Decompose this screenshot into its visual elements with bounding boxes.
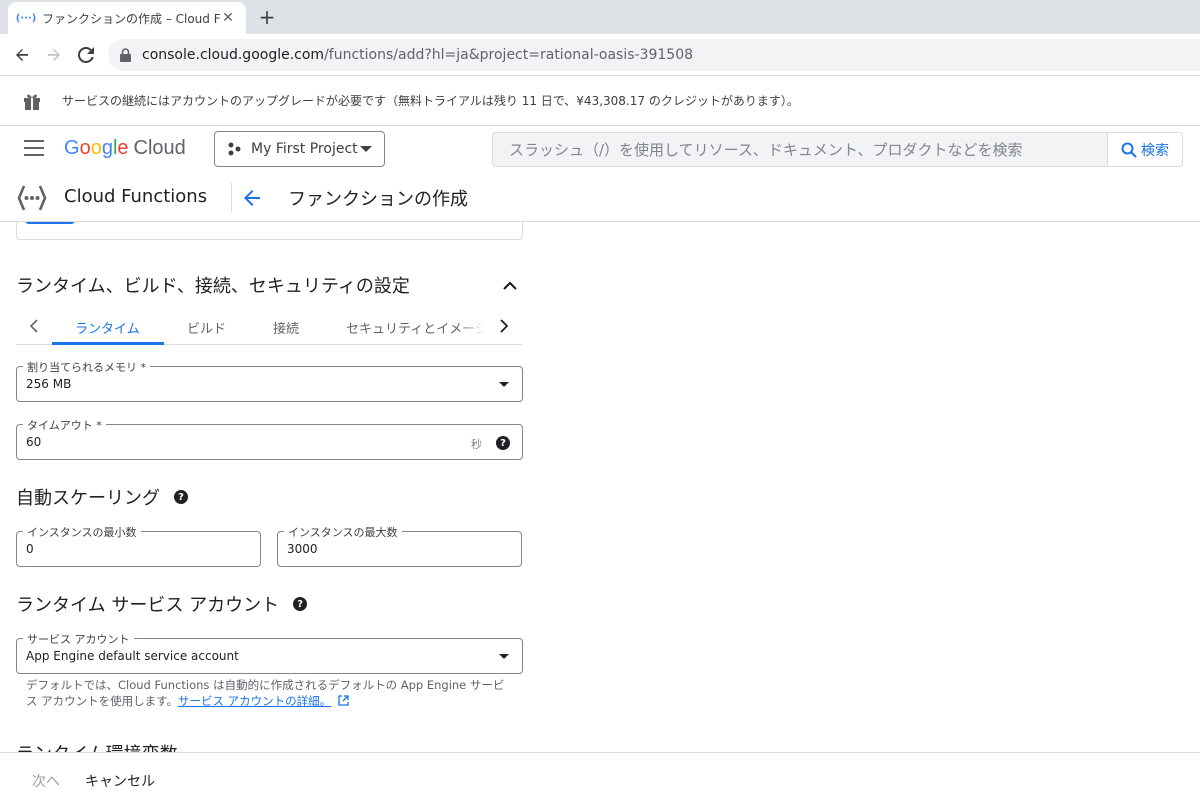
console-header: Google Cloud My First Project スラッシュ（/）を使用… [0,127,1200,173]
trial-banner: サービスの継続にはアカウントのアップグレードが必要です（無料トライアルは残り 1… [0,76,1200,126]
timeout-value: 60 [26,435,42,449]
timeout-unit: 秒 [471,438,482,451]
search-button[interactable]: 検索 [1107,132,1183,167]
banner-text: サービスの継続にはアカウントのアップグレードが必要です（無料トライアルは残り 1… [62,94,799,108]
env-vars-title: ランタイム環境変数 [16,740,178,752]
browser-tabstrip: (···) ファンクションの作成 – Cloud Functions ✕ + [0,0,1200,34]
service-account-docs-link[interactable]: サービス アカウントの詳細。 [178,694,331,708]
chevron-up-icon[interactable] [501,278,519,292]
page-title: ファンクションの作成 [288,189,468,210]
divider [231,183,232,213]
chevron-left-icon[interactable] [24,316,44,336]
tab-build[interactable]: ビルド [187,318,226,337]
external-link-icon [338,695,349,706]
chevron-down-icon [360,146,372,152]
project-icon [227,141,243,157]
cancel-button[interactable]: キャンセル [85,771,155,791]
google-cloud-logo[interactable]: Google Cloud [64,137,186,160]
lock-icon [120,48,132,62]
service-account-value: App Engine default service account [26,649,239,663]
max-instances-input[interactable]: インスタンスの最大数 3000 [277,524,522,567]
search-icon [1121,142,1137,158]
dropdown-arrow-icon [499,654,509,659]
autoscaling-title: 自動スケーリング ? [16,484,188,510]
product-name[interactable]: Cloud Functions [64,186,207,207]
service-account-label: サービス アカウント [23,631,134,647]
project-picker-button[interactable]: My First Project [214,131,385,167]
browser-toolbar: console.cloud.google.com/functions/add?h… [0,34,1200,76]
help-icon[interactable]: ? [293,597,308,611]
min-instances-value: 0 [26,542,34,556]
tab-connections[interactable]: 接続 [273,318,299,337]
cloud-functions-icon [16,182,48,214]
memory-select[interactable]: 割り当てられるメモリ * 256 MB [16,359,523,402]
memory-value: 256 MB [26,377,72,391]
min-instances-label: インスタンスの最小数 [23,524,141,540]
max-instances-value: 3000 [287,542,318,556]
search-button-label: 検索 [1141,142,1169,159]
project-name: My First Project [251,141,358,157]
url-host: console.cloud.google.com [142,47,325,63]
tab-title: ファンクションの作成 – Cloud Functions [42,11,220,26]
active-tab-indicator [52,342,164,345]
card-button[interactable] [25,222,75,224]
service-account-title: ランタイム サービス アカウント ? [16,591,308,617]
main-content: ランタイム、ビルド、接続、セキュリティの設定 ランタイム ビルド 接続 セキュリ… [0,222,1200,752]
gift-icon [22,91,42,111]
previous-card [16,222,523,240]
menu-icon[interactable] [24,140,44,156]
memory-label: 割り当てられるメモリ * [23,359,150,375]
dropdown-arrow-icon [499,382,509,387]
service-account-select[interactable]: サービス アカウント App Engine default service ac… [16,631,523,674]
max-instances-label: インスタンスの最大数 [284,524,402,540]
address-bar[interactable]: console.cloud.google.com/functions/add?h… [108,39,1200,71]
timeout-input[interactable]: タイムアウト * 60 秒 ? [16,417,523,460]
url-path: /functions/add?hl=ja&project=rational-oa… [324,47,694,63]
chevron-right-icon[interactable] [494,316,514,336]
reload-icon[interactable] [70,39,102,71]
tab-runtime[interactable]: ランタイム [75,318,140,337]
help-icon[interactable]: ? [174,490,188,504]
settings-tabs: ランタイム ビルド 接続 セキュリティとイメージ [16,308,523,345]
product-bar: Cloud Functions ファンクションの作成 [0,173,1200,222]
back-arrow-icon[interactable] [241,187,263,209]
browser-tab[interactable]: (···) ファンクションの作成 – Cloud Functions ✕ [8,2,246,34]
search-input[interactable]: スラッシュ（/）を使用してリソース、ドキュメント、プロダクトなどを検索 [492,132,1107,167]
next-button[interactable]: 次へ [32,771,60,791]
timeout-label: タイムアウト * [23,417,106,433]
min-instances-input[interactable]: インスタンスの最小数 0 [16,524,261,567]
close-icon[interactable]: ✕ [220,10,236,26]
new-tab-button[interactable]: + [256,5,278,29]
footer-actions: 次へ キャンセル [0,752,1200,800]
help-icon[interactable]: ? [496,436,510,450]
section-title: ランタイム、ビルド、接続、セキュリティの設定 [16,276,410,297]
forward-arrow-icon[interactable] [38,39,70,71]
back-arrow-icon[interactable] [6,39,38,71]
service-account-helper: デフォルトでは、Cloud Functions は自動的に作成されるデフォルトの… [26,678,505,708]
cloud-functions-favicon-icon: (···) [15,12,37,24]
